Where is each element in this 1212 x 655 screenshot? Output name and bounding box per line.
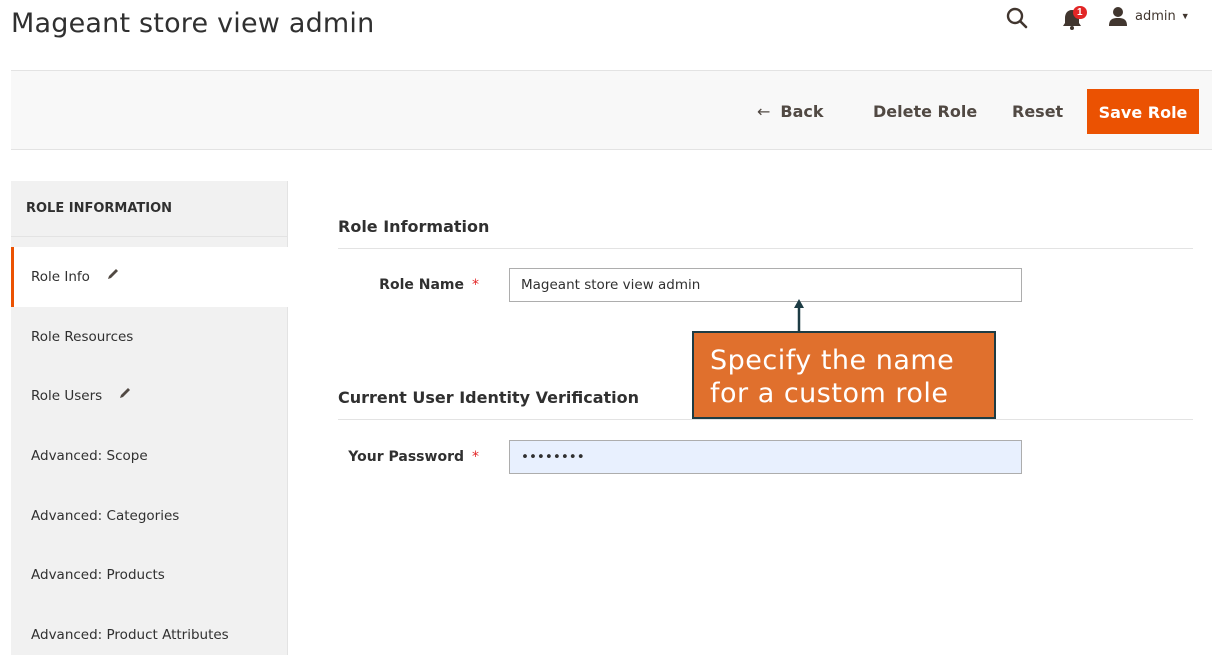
tab-role-info[interactable]: Role Info xyxy=(11,247,288,307)
back-button[interactable]: ← Back xyxy=(757,89,824,134)
chevron-down-icon: ▼ xyxy=(1180,11,1190,21)
user-icon xyxy=(1109,7,1127,26)
page-actions-bar: ← Back Delete Role Reset Save Role xyxy=(11,70,1212,150)
pencil-icon xyxy=(106,247,120,307)
password-label: Your Password * xyxy=(338,449,479,465)
sidebar: ROLE INFORMATION Role Info Role Resource… xyxy=(11,181,288,655)
tab-advanced-products[interactable]: Advanced: Products xyxy=(11,545,288,605)
password-label-text: Your Password xyxy=(348,449,464,465)
user-name: admin xyxy=(1135,8,1176,24)
save-role-button[interactable]: Save Role xyxy=(1087,89,1199,134)
tab-advanced-scope[interactable]: Advanced: Scope xyxy=(11,426,288,486)
tab-advanced-categories[interactable]: Advanced: Categories xyxy=(11,486,288,546)
back-button-label: Back xyxy=(780,102,824,121)
tutorial-callout: Specify the name for a custom role xyxy=(692,331,996,419)
search-icon[interactable] xyxy=(1005,6,1029,30)
page-title: Mageant store view admin xyxy=(11,8,375,39)
tab-label: Advanced: Product Attributes xyxy=(31,627,229,643)
tab-label: Role Resources xyxy=(31,329,134,345)
required-mark: * xyxy=(472,277,479,293)
tab-label: Role Info xyxy=(31,269,90,285)
sidebar-title: ROLE INFORMATION xyxy=(11,181,287,237)
tab-label: Role Users xyxy=(31,388,103,404)
password-input[interactable] xyxy=(509,440,1022,474)
callout-line-1: Specify the name xyxy=(710,345,955,376)
pencil-icon xyxy=(118,366,132,426)
required-mark: * xyxy=(472,449,479,465)
arrow-left-icon: ← xyxy=(757,102,771,121)
role-information-section-title: Role Information xyxy=(338,217,1193,249)
tab-label: Advanced: Products xyxy=(31,567,165,583)
notifications-button[interactable]: 1 xyxy=(1061,6,1091,30)
callout-line-2: for a custom role xyxy=(710,378,949,409)
reset-button[interactable]: Reset xyxy=(1012,89,1063,134)
tab-role-users[interactable]: Role Users xyxy=(11,366,288,426)
role-name-label: Role Name * xyxy=(338,277,479,293)
role-name-label-text: Role Name xyxy=(379,277,464,293)
role-name-input[interactable] xyxy=(509,268,1022,302)
delete-role-button[interactable]: Delete Role xyxy=(873,89,977,134)
user-menu[interactable]: admin ▼ xyxy=(1108,6,1190,26)
tab-advanced-product-attributes[interactable]: Advanced: Product Attributes xyxy=(11,605,288,655)
tab-role-resources[interactable]: Role Resources xyxy=(11,307,288,367)
notification-badge: 1 xyxy=(1073,6,1087,19)
tab-label: Advanced: Categories xyxy=(31,508,180,524)
tab-label: Advanced: Scope xyxy=(31,448,148,464)
callout-arrow-icon xyxy=(794,299,804,333)
